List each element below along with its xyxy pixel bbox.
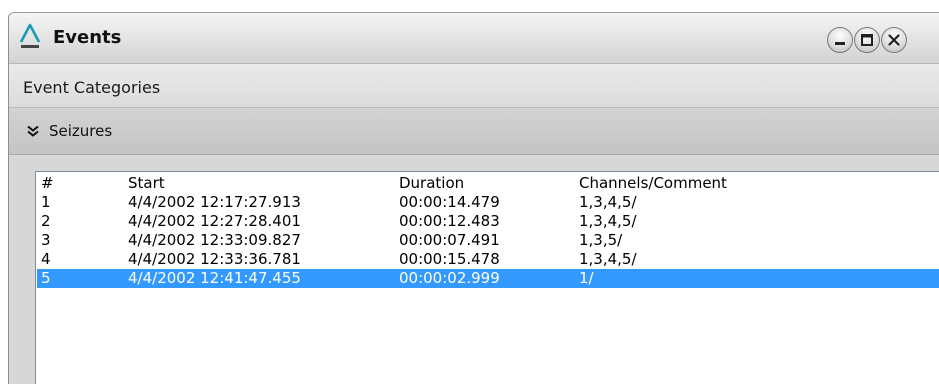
minimize-button[interactable]	[827, 27, 853, 53]
event-channels: 1/	[579, 269, 594, 287]
event-duration: 00:00:15.478	[399, 250, 500, 268]
event-channels: 1,3,4,5/	[579, 212, 637, 230]
event-start: 4/4/2002 12:17:27.913	[128, 193, 301, 211]
event-number: 3	[41, 231, 51, 249]
close-button[interactable]	[881, 27, 907, 53]
column-header-number[interactable]: #	[41, 174, 54, 193]
list-item[interactable]: 4 4/4/2002 12:33:36.781 00:00:15.478 1,3…	[37, 250, 939, 269]
seizures-group-header[interactable]: Seizures	[9, 108, 939, 155]
double-chevron-down-icon[interactable]	[27, 125, 39, 137]
close-icon	[888, 34, 900, 46]
event-start: 4/4/2002 12:33:09.827	[128, 231, 301, 249]
event-number: 2	[41, 212, 51, 230]
event-duration: 00:00:07.491	[399, 231, 500, 249]
event-number: 1	[41, 193, 51, 211]
event-duration: 00:00:02.999	[399, 269, 500, 287]
column-header-row: # Start Duration Channels/Comment	[37, 174, 939, 193]
list-item[interactable]: 1 4/4/2002 12:17:27.913 00:00:14.479 1,3…	[37, 193, 939, 212]
list-item[interactable]: 3 4/4/2002 12:33:09.827 00:00:07.491 1,3…	[37, 231, 939, 250]
minimize-icon	[835, 42, 845, 45]
event-start: 4/4/2002 12:27:28.401	[128, 212, 301, 230]
event-categories-label: Event Categories	[23, 78, 161, 97]
column-header-duration[interactable]: Duration	[399, 174, 464, 193]
events-window: Events Event Categories Seizures # Start…	[8, 12, 939, 384]
event-channels: 1,3,4,5/	[579, 250, 637, 268]
title-bar[interactable]: Events	[9, 13, 939, 64]
column-header-channels[interactable]: Channels/Comment	[579, 174, 727, 193]
maximize-button[interactable]	[854, 27, 880, 53]
event-number: 4	[41, 250, 51, 268]
events-list[interactable]: # Start Duration Channels/Comment 1 4/4/…	[35, 171, 939, 384]
event-number: 5	[41, 269, 51, 287]
event-duration: 00:00:12.483	[399, 212, 500, 230]
column-header-start[interactable]: Start	[128, 174, 165, 193]
app-logo-icon	[19, 23, 41, 48]
event-channels: 1,3,4,5/	[579, 193, 637, 211]
window-title: Events	[53, 27, 122, 48]
event-start: 4/4/2002 12:41:47.455	[128, 269, 301, 287]
seizures-group-label: Seizures	[49, 122, 113, 140]
event-channels: 1,3,5/	[579, 231, 623, 249]
event-categories-header: Event Categories	[9, 64, 939, 108]
event-start: 4/4/2002 12:33:36.781	[128, 250, 301, 268]
list-item[interactable]: 2 4/4/2002 12:27:28.401 00:00:12.483 1,3…	[37, 212, 939, 231]
event-duration: 00:00:14.479	[399, 193, 500, 211]
list-item-selected[interactable]: 5 4/4/2002 12:41:47.455 00:00:02.999 1/	[37, 269, 939, 288]
maximize-icon	[861, 34, 873, 46]
